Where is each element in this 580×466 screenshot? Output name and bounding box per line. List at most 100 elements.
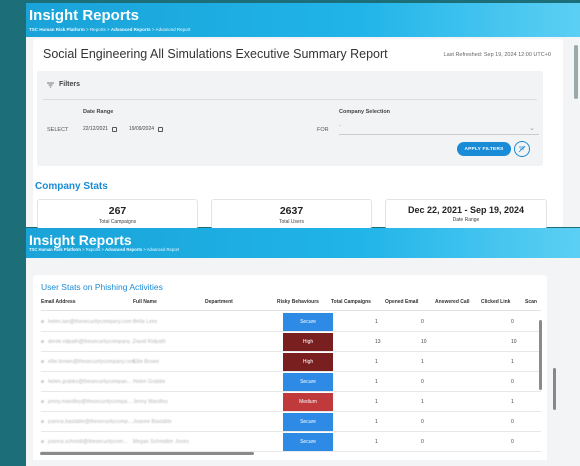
email-cell: joanna.bastable@thesecuritycomp... — [41, 419, 132, 425]
breadcrumb: TSC Human Risk Platform > Reports > Adva… — [29, 247, 180, 252]
company-select[interactable]: - ⌄ — [339, 123, 539, 135]
filters-panel: Filters Date Range SELECT 22/12/2021 19/… — [37, 71, 543, 166]
table-row[interactable]: helen.tan@thesecuritycompany.com Bella Le… — [41, 312, 541, 332]
date-from-input[interactable]: 22/12/2021 — [83, 126, 118, 132]
column-header[interactable]: Clicked Link — [481, 299, 510, 305]
email-cell: derek.ridpath@thesecuritycompany... — [41, 339, 134, 345]
row-select-icon[interactable] — [41, 380, 44, 384]
row-select-icon[interactable] — [41, 440, 44, 444]
column-header[interactable]: Total Campaigns — [331, 299, 371, 305]
row-select-icon[interactable] — [41, 400, 44, 404]
risk-badge: Medium — [283, 393, 333, 411]
name-cell: David Ridpath — [133, 339, 166, 345]
breadcrumb-item-platform[interactable]: TSC Human Risk Platform — [29, 27, 85, 32]
opened-email-cell: 1 — [421, 399, 424, 405]
name-cell: Megan Schmidter Jones — [133, 439, 190, 445]
clicked-link-cell: 1 — [511, 399, 514, 405]
chevron-down-icon: ⌄ — [529, 125, 535, 132]
clicked-link-cell: 0 — [511, 439, 514, 445]
opened-email-cell: 0 — [421, 319, 424, 325]
page-footer-strip — [26, 460, 580, 466]
column-header[interactable]: Opened Email — [385, 299, 418, 305]
breadcrumb-item-advanced-report: Advanced Report — [146, 247, 180, 252]
name-cell: Ellie Brown — [133, 359, 160, 365]
scrollbar[interactable] — [574, 45, 578, 99]
table-row[interactable]: jenny.mandley@thesecuritycompa... Jenny M… — [41, 392, 541, 412]
total-campaigns-cell: 1 — [375, 419, 378, 425]
horizontal-scrollbar[interactable] — [40, 452, 254, 455]
column-header[interactable]: Email Address — [41, 299, 76, 305]
column-header[interactable]: Full Name — [133, 299, 157, 305]
filters-heading: Filters — [59, 81, 81, 88]
table-scrollbar[interactable] — [539, 320, 542, 390]
calendar-icon[interactable] — [158, 126, 164, 132]
stat-label: Total Users — [278, 219, 304, 225]
page-scrollbar[interactable] — [553, 368, 556, 410]
divider — [43, 99, 537, 100]
filters-header[interactable]: Filters — [47, 81, 80, 88]
clicked-link-cell: 0 — [511, 419, 514, 425]
header-banner: Insight Reports TSC Human Risk Platform … — [26, 228, 580, 258]
breadcrumb-item-platform[interactable]: TSC Human Risk Platform — [29, 247, 81, 252]
total-campaigns-cell: 1 — [375, 379, 378, 385]
table-row[interactable]: ellie.brown@thesecuritycompany.com Ellie … — [41, 352, 541, 372]
email-cell: helen.tan@thesecuritycompany.com — [41, 319, 132, 325]
email-cell: jenny.mandley@thesecuritycompa... — [41, 399, 132, 405]
row-select-icon[interactable] — [41, 340, 44, 344]
total-campaigns-cell: 1 — [375, 359, 378, 365]
header-banner: Insight Reports TSC Human Risk Platform … — [26, 3, 580, 37]
row-select-icon[interactable] — [41, 320, 44, 324]
last-refreshed: Last Refreshed: Sep 19, 2024 12:00 UTC+0 — [443, 52, 551, 58]
column-header[interactable]: Scan — [525, 299, 537, 305]
date-range-label: Date Range — [83, 109, 114, 115]
reset-icon — [518, 145, 526, 153]
email-cell: helen.grabbs@thesecuritycompan... — [41, 379, 131, 385]
date-to-value: 19/09/2024 — [129, 126, 155, 132]
name-cell: Bella Lees — [133, 319, 158, 325]
reset-filter-icon[interactable] — [514, 141, 530, 157]
stat-value: 267 — [108, 205, 127, 217]
risk-badge: High — [283, 333, 333, 351]
stat-total-users: 2637 Total Users — [211, 199, 372, 229]
table-row[interactable]: helen.grabbs@thesecuritycompan... Helen G… — [41, 372, 541, 392]
total-campaigns-cell: 13 — [375, 339, 381, 345]
opened-email-cell: 10 — [421, 339, 427, 345]
clicked-link-cell: 10 — [511, 339, 517, 345]
name-cell: Jenny Mandley — [133, 399, 168, 405]
risk-badge: Secure — [283, 313, 333, 331]
breadcrumb-item-advanced-reports[interactable]: Advanced Reports — [105, 247, 142, 252]
filter-icon — [47, 82, 54, 87]
page-title: Insight Reports — [29, 232, 132, 248]
breadcrumb-item-reports[interactable]: Reports — [86, 247, 101, 252]
stat-date-range: Dec 22, 2021 - Sep 19, 2024 Date Range — [385, 199, 547, 229]
column-header[interactable]: Risky Behaviours — [277, 299, 319, 305]
stat-label: Date Range — [452, 217, 480, 223]
column-header[interactable]: Department — [205, 299, 233, 305]
opened-email-cell: 0 — [421, 379, 424, 385]
risk-badge: Secure — [283, 373, 333, 391]
company-select-value: - — [339, 123, 341, 129]
stat-value: 2637 — [279, 205, 304, 217]
email-cell: ellie.brown@thesecuritycompany.com — [41, 359, 135, 365]
row-select-icon[interactable] — [41, 360, 44, 364]
breadcrumb-item-reports[interactable]: Reports — [90, 27, 106, 32]
table-row[interactable]: joanna.schmidt@thesecuritycom... Megan Sc… — [41, 432, 541, 452]
stat-total-campaigns: 267 Total Campaigns — [37, 199, 198, 229]
stat-label: Total Campaigns — [98, 219, 137, 225]
row-select-icon[interactable] — [41, 420, 44, 424]
column-header[interactable]: Answered Call — [435, 299, 469, 305]
breadcrumb-item-advanced-reports[interactable]: Advanced Reports — [111, 27, 151, 32]
apply-filters-button[interactable]: APPLY FILTERS — [457, 142, 511, 156]
total-campaigns-cell: 1 — [375, 319, 378, 325]
opened-email-cell: 0 — [421, 439, 424, 445]
report-title: Social Engineering All Simulations Execu… — [43, 47, 388, 61]
date-to-input[interactable]: 19/09/2024 — [129, 126, 164, 132]
table-row[interactable]: joanna.bastable@thesecuritycomp... Joanne… — [41, 412, 541, 432]
user-stats-card: User Stats on Phishing Activities Email … — [33, 275, 547, 466]
calendar-icon[interactable] — [112, 126, 118, 132]
table-row[interactable]: derek.ridpath@thesecuritycompany... David… — [41, 332, 541, 352]
name-cell: Joanne Bastable — [133, 419, 172, 425]
risk-badge: Secure — [283, 433, 333, 451]
user-stats-heading: User Stats on Phishing Activities — [41, 282, 163, 292]
table-header: Email Address Full Name Department Risky… — [41, 299, 541, 311]
